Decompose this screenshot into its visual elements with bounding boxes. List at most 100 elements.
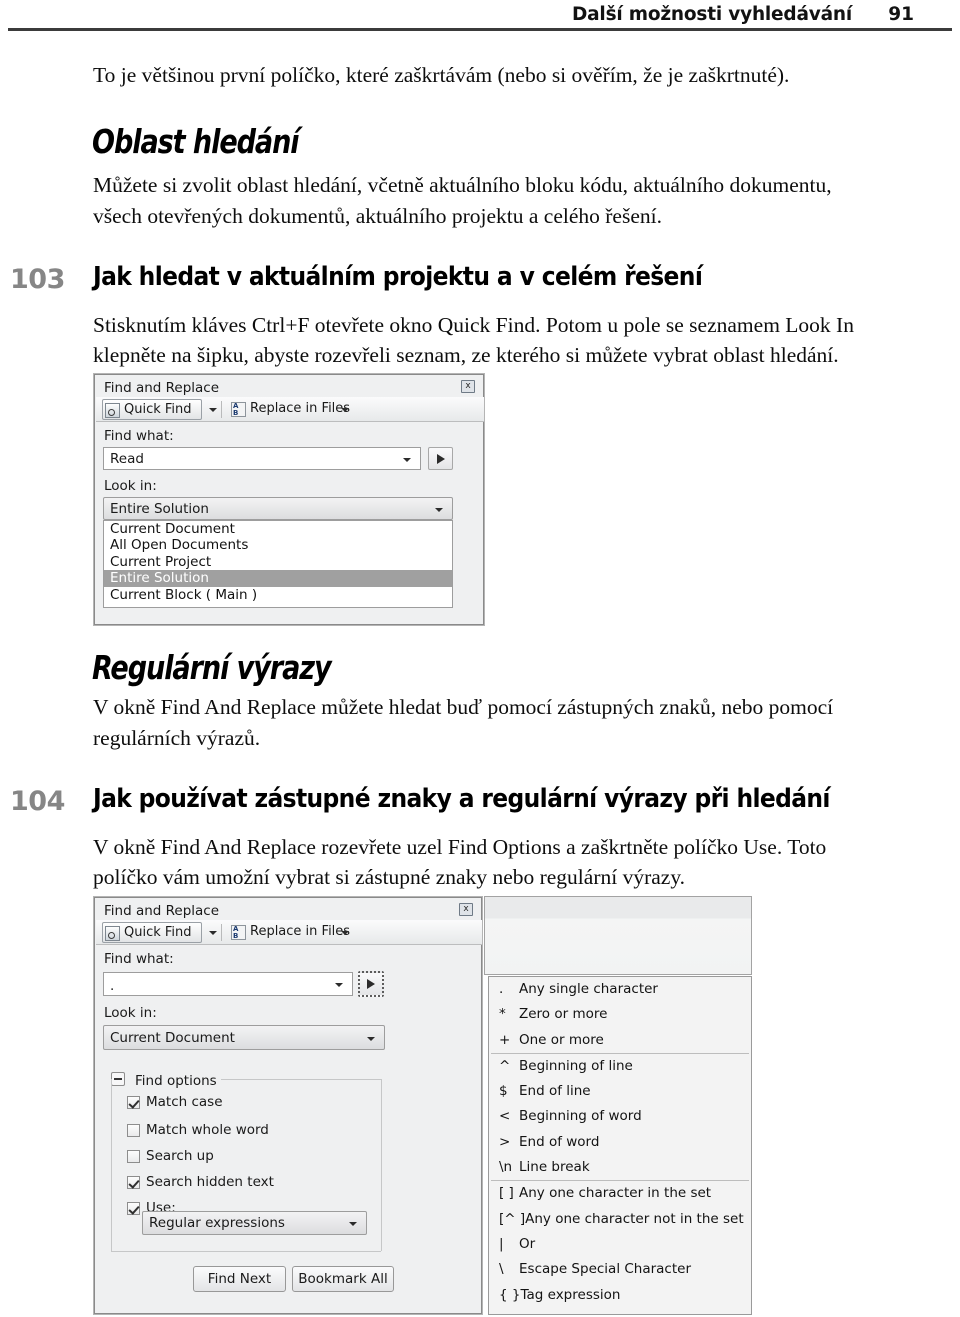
regex-symbol: + — [499, 1031, 511, 1048]
regex-menu-item[interactable]: . Any single character — [489, 977, 751, 1002]
checkbox-checked-icon[interactable] — [127, 1202, 140, 1215]
regex-description: Tag expression — [520, 1286, 621, 1303]
find-what-value-2: . — [110, 978, 115, 995]
look-in-combobox-2[interactable]: Current Document — [103, 1025, 385, 1050]
checkbox-label: Match case — [146, 1094, 223, 1110]
checkbox-checked-icon[interactable] — [127, 1176, 140, 1189]
quick-find-label: Quick Find — [124, 402, 192, 417]
regex-symbol: $ — [499, 1083, 508, 1100]
dialog-toolbar-2: Quick Find AB Replace in Files — [96, 920, 482, 945]
replace-in-files-chevron-down-icon-2[interactable] — [341, 931, 349, 935]
find-next-arrow-button-2[interactable] — [358, 971, 384, 997]
regex-menu-item[interactable]: \n Line break — [489, 1155, 751, 1180]
play-arrow-icon — [436, 453, 445, 464]
regex-reference-menu[interactable]: . Any single character * Zero or more + One o… — [488, 976, 752, 1315]
look-in-option[interactable]: Current Document — [104, 521, 452, 537]
header-divider — [8, 28, 952, 31]
regex-menu-item[interactable]: { }Tag expression — [489, 1283, 751, 1308]
regex-menu-item[interactable]: > End of word — [489, 1130, 751, 1155]
intro-paragraph: To je většinou první políčko, které zašk… — [93, 63, 790, 87]
regex-description: One or more — [519, 1031, 604, 1048]
regex-description: Line break — [519, 1159, 590, 1176]
header-title: Další možnosti vyhledávání — [571, 4, 852, 25]
section-title-regularni-vyrazy: Regulární výrazy — [92, 648, 332, 687]
look-in-option[interactable]: Current Block ( Main ) — [104, 587, 452, 603]
find-options-expander[interactable] — [111, 1072, 125, 1086]
regex-symbol: \n — [499, 1159, 513, 1176]
find-what-input-2[interactable]: . — [103, 972, 353, 996]
regex-menu-item[interactable]: [^ ]Any one character not in the set — [489, 1207, 751, 1232]
look-in-value: Entire Solution — [110, 500, 209, 517]
quick-find-button[interactable]: Quick Find — [102, 399, 202, 420]
regex-menu-item[interactable]: $ End of line — [489, 1079, 751, 1104]
replace-in-files-button-2[interactable]: AB Replace in Files — [229, 922, 350, 943]
regex-popup-backdrop-panel — [484, 896, 752, 975]
close-icon[interactable]: x — [461, 380, 475, 393]
regex-symbol: > — [499, 1133, 511, 1150]
look-in-label-2: Look in: — [104, 1005, 157, 1021]
regex-description: End of line — [519, 1083, 591, 1100]
find-what-chevron-down-icon[interactable] — [403, 458, 411, 462]
groupbox-right-line — [381, 1079, 382, 1251]
use-pattern-chevron-down-icon[interactable] — [349, 1222, 357, 1226]
checkbox-unchecked-icon[interactable] — [127, 1124, 140, 1137]
regex-symbol: \ — [499, 1261, 504, 1278]
regex-description: Or — [519, 1235, 536, 1252]
replace-in-files-icon-2: AB — [231, 925, 246, 940]
find-next-arrow-button[interactable] — [428, 447, 453, 470]
tip-number-103: 103 — [10, 264, 65, 295]
tip-number-104: 104 — [10, 786, 65, 817]
bookmark-all-button[interactable]: Bookmark All — [292, 1266, 394, 1292]
page-number: 91 — [888, 4, 914, 25]
find-what-value: Read — [110, 450, 144, 467]
quick-find-chevron-down-icon[interactable] — [209, 408, 217, 412]
section-oblast-paragraph-line2: všech otevřených dokumentů, aktuálního p… — [93, 204, 662, 228]
regex-symbol: < — [499, 1108, 511, 1125]
checkbox-unchecked-icon[interactable] — [127, 1150, 140, 1163]
regex-symbol: ^ — [499, 1057, 511, 1074]
checkbox-label: Search up — [146, 1148, 214, 1164]
regex-symbol: | — [499, 1235, 504, 1252]
regex-menu-item[interactable]: ^ Beginning of line — [489, 1054, 751, 1079]
quick-find-button-2[interactable]: Quick Find — [102, 922, 202, 943]
find-next-button[interactable]: Find Next — [193, 1266, 286, 1292]
groupbox-left-line — [111, 1079, 112, 1251]
checkbox-label: Search hidden text — [146, 1174, 274, 1190]
quick-find-label-2: Quick Find — [124, 925, 192, 940]
use-pattern-combobox[interactable]: Regular expressions — [142, 1211, 367, 1235]
toolbar-separator-2 — [221, 924, 222, 941]
find-what-chevron-down-icon-2[interactable] — [335, 983, 343, 987]
regex-menu-item[interactable]: < Beginning of word — [489, 1104, 751, 1129]
replace-in-files-button[interactable]: AB Replace in Files — [229, 399, 350, 420]
checkbox-checked-icon[interactable] — [127, 1096, 140, 1109]
find-what-input[interactable]: Read — [103, 447, 421, 470]
section-oblast-paragraph-line1: Můžete si zvolit oblast hledání, včetně … — [93, 173, 832, 197]
regex-description: Any single character — [519, 981, 658, 997]
regex-menu-item[interactable]: * Zero or more — [489, 1002, 751, 1027]
section-title-oblast-hledani: Oblast hledání — [92, 122, 300, 161]
look-in-chevron-down-icon-2[interactable] — [367, 1037, 375, 1041]
dialog-toolbar: Quick Find AB Replace in Files — [96, 397, 484, 422]
regex-menu-item[interactable]: + One or more — [489, 1028, 751, 1053]
dialog-title-2: Find and Replace — [104, 903, 220, 919]
quick-find-chevron-down-icon-2[interactable] — [209, 931, 217, 935]
regex-menu-item[interactable]: \ Escape Special Character — [489, 1257, 751, 1282]
look-in-option[interactable]: Entire Solution — [104, 570, 452, 587]
replace-in-files-label: Replace in Files — [250, 401, 351, 416]
look-in-combobox[interactable]: Entire Solution — [103, 497, 453, 520]
regex-menu-item[interactable]: [ ] Any one character in the set — [489, 1181, 751, 1206]
look-in-value-2: Current Document — [110, 1029, 235, 1046]
look-in-option[interactable]: Current Project — [104, 554, 452, 570]
groupbox-top-line — [221, 1079, 381, 1080]
tip-title-103: Jak hledat v aktuálním projektu a v celé… — [93, 262, 703, 292]
look-in-option[interactable]: All Open Documents — [104, 537, 452, 553]
look-in-dropdown-list[interactable]: Current Document All Open Documents Curren… — [103, 520, 453, 608]
tip-104-paragraph-line1: V okně Find And Replace rozevřete uzel F… — [93, 835, 827, 859]
look-in-chevron-down-icon[interactable] — [435, 508, 443, 512]
regex-menu-item[interactable]: | Or — [489, 1232, 751, 1257]
dialog-title: Find and Replace — [104, 380, 220, 396]
replace-in-files-chevron-down-icon[interactable] — [341, 408, 349, 412]
bookmark-all-label: Bookmark All — [298, 1271, 388, 1287]
replace-in-files-label-2: Replace in Files — [250, 924, 351, 939]
close-icon-2[interactable]: x — [459, 903, 473, 916]
